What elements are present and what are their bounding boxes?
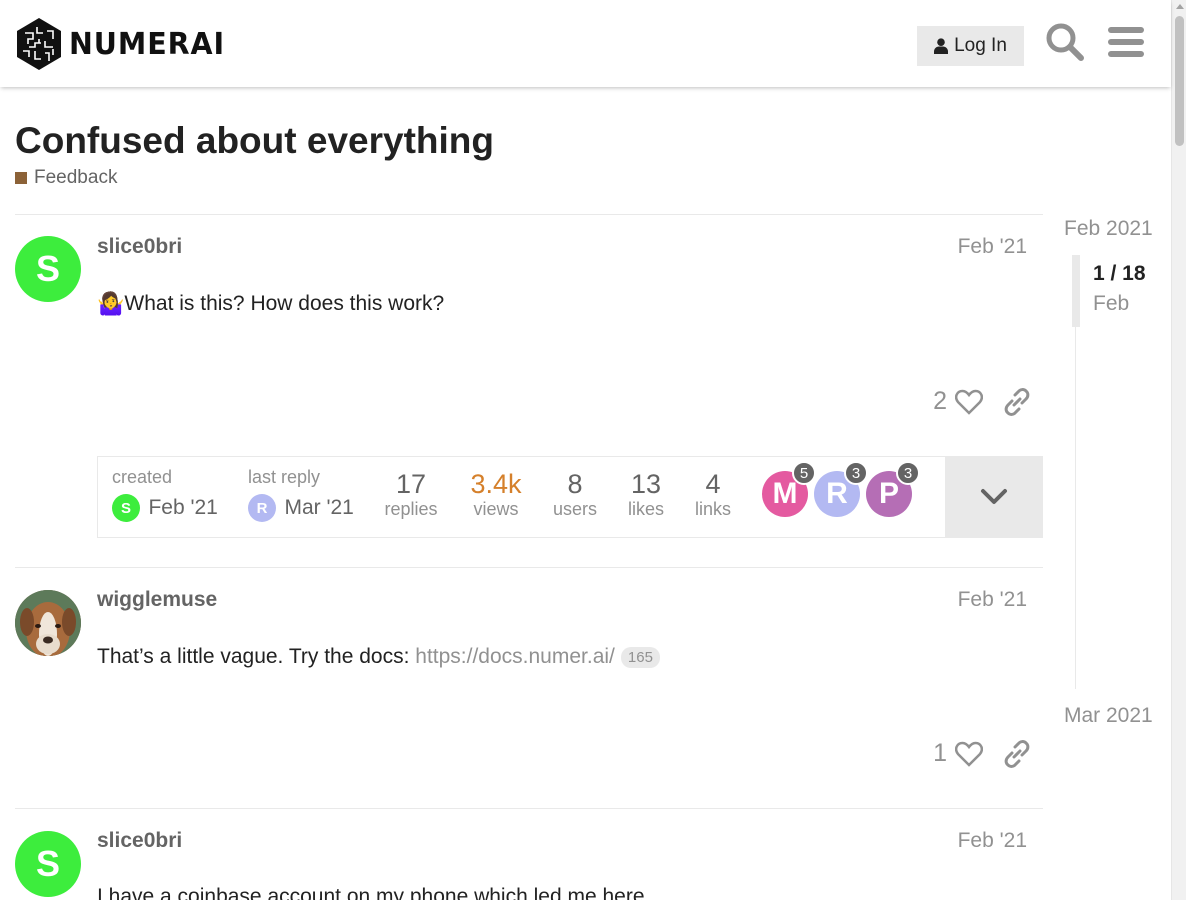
- timeline-scroll-handle[interactable]: [1072, 255, 1080, 327]
- users-label: users: [552, 499, 597, 519]
- search-button[interactable]: [1043, 20, 1087, 64]
- avatar-letter: S: [35, 843, 60, 884]
- chevron-down-icon: [980, 489, 1007, 504]
- menu-button[interactable]: [1104, 20, 1148, 64]
- site-header: NUMERAI Log In: [0, 0, 1171, 87]
- like-count: 1: [933, 739, 947, 767]
- participant-avatar[interactable]: R 3: [814, 461, 868, 517]
- heart-icon: [955, 389, 983, 415]
- post-date[interactable]: Feb '21: [958, 829, 1027, 853]
- hamburger-menu-icon: [1108, 27, 1144, 57]
- category-color-swatch: [15, 172, 27, 184]
- topic-created[interactable]: created S Feb '21: [112, 467, 218, 522]
- dog-avatar-icon: [15, 590, 81, 656]
- numerai-logo[interactable]: NUMERAI: [15, 17, 233, 71]
- post-actions: 2: [933, 387, 1031, 416]
- likes-label: likes: [627, 499, 664, 519]
- category-name: Feedback: [34, 167, 118, 188]
- post-body: That’s a little vague. Try the docs: htt…: [97, 645, 660, 669]
- avatar[interactable]: [15, 590, 81, 656]
- participant-letter: P: [878, 477, 899, 510]
- timeline-start-date[interactable]: Feb 2021: [1064, 217, 1153, 241]
- scroll-up-arrow-icon[interactable]: [1176, 4, 1184, 9]
- participant-post-count: 3: [896, 461, 920, 485]
- link-icon: [1004, 387, 1030, 416]
- replies-stat: 17 replies: [378, 469, 444, 520]
- like-button[interactable]: 2: [933, 387, 983, 416]
- participant-avatar[interactable]: P 3: [866, 461, 920, 517]
- shrug-emoji-icon: 🤷‍♀️: [97, 291, 125, 316]
- docs-link[interactable]: https://docs.numer.ai/: [415, 645, 615, 669]
- link-icon: [1004, 739, 1030, 768]
- like-count: 2: [933, 387, 947, 415]
- links-stat[interactable]: 4 links: [690, 469, 736, 520]
- participant-avatar[interactable]: M 5: [762, 461, 816, 517]
- timeline-end-date[interactable]: Mar 2021: [1064, 704, 1153, 728]
- post-body: I have a coinbase account on my phone wh…: [97, 885, 645, 900]
- post-actions: 1: [933, 739, 1031, 768]
- created-label: created: [112, 467, 173, 487]
- login-label: Log In: [954, 35, 1007, 56]
- expand-topic-map-button[interactable]: [945, 457, 1042, 537]
- scrollbar-thumb[interactable]: [1175, 16, 1184, 146]
- participant-letter: M: [772, 477, 798, 510]
- last-reply-avatar: R: [248, 494, 276, 522]
- created-date: Feb '21: [148, 496, 218, 519]
- views-stat: 3.4k views: [460, 469, 532, 520]
- participant-post-count: 5: [792, 461, 816, 485]
- last-reply-label: last reply: [248, 467, 321, 487]
- post-username[interactable]: slice0bri: [97, 829, 182, 853]
- avatar-letter: S: [35, 248, 60, 289]
- post-username[interactable]: wigglemuse: [97, 588, 217, 612]
- users-count: 8: [567, 469, 583, 499]
- post-body: 🤷‍♀️ What is this? How does this work?: [97, 291, 444, 317]
- heart-icon: [955, 741, 983, 767]
- post-3: S slice0bri Feb '21 I have a coinbase ac…: [15, 808, 1043, 900]
- post-date[interactable]: Feb '21: [958, 235, 1027, 259]
- topic-last-reply[interactable]: last reply R Mar '21: [248, 467, 354, 522]
- copy-link-button[interactable]: [1003, 739, 1031, 768]
- numerai-logo-icon: [17, 18, 61, 70]
- link-click-count: 165: [620, 646, 660, 668]
- search-icon: [1046, 23, 1084, 61]
- timeline-month: Feb: [1093, 292, 1130, 315]
- page-scrollbar[interactable]: [1171, 0, 1186, 900]
- post-text: I have a coinbase account on my phone wh…: [97, 885, 645, 900]
- post-username[interactable]: slice0bri: [97, 235, 182, 259]
- post-text: That’s a little vague. Try the docs:: [97, 645, 416, 668]
- last-reply-date: Mar '21: [284, 496, 354, 519]
- likes-stat: 13 likes: [620, 469, 672, 520]
- views-label: views: [473, 499, 519, 519]
- timeline-position: 1 / 18: [1093, 262, 1146, 285]
- post-date[interactable]: Feb '21: [958, 588, 1027, 612]
- avatar[interactable]: S: [15, 236, 81, 302]
- avatar[interactable]: S: [15, 831, 81, 897]
- views-count: 3.4k: [470, 469, 522, 499]
- topic-map: created S Feb '21 last reply R Mar '21 1…: [97, 456, 1043, 538]
- participant-letter: R: [826, 477, 848, 510]
- login-button[interactable]: Log In: [917, 26, 1024, 66]
- participant-post-count: 3: [844, 461, 868, 485]
- users-stat: 8 users: [548, 469, 602, 520]
- post-2: wigglemuse Feb '21 That’s a little vague…: [15, 567, 1043, 808]
- brand-name: NUMERAI: [69, 26, 226, 62]
- likes-count: 13: [630, 469, 662, 499]
- user-icon: [934, 38, 949, 54]
- copy-link-button[interactable]: [1003, 387, 1031, 416]
- created-avatar: S: [112, 494, 140, 522]
- category-badge[interactable]: Feedback: [15, 167, 117, 189]
- links-label: links: [694, 499, 731, 519]
- links-count: 4: [705, 469, 721, 499]
- like-button[interactable]: 1: [933, 739, 983, 768]
- replies-label: replies: [384, 499, 438, 519]
- topic-title[interactable]: Confused about everything: [15, 120, 494, 162]
- replies-count: 17: [395, 469, 427, 499]
- post-text: What is this? How does this work?: [124, 292, 445, 315]
